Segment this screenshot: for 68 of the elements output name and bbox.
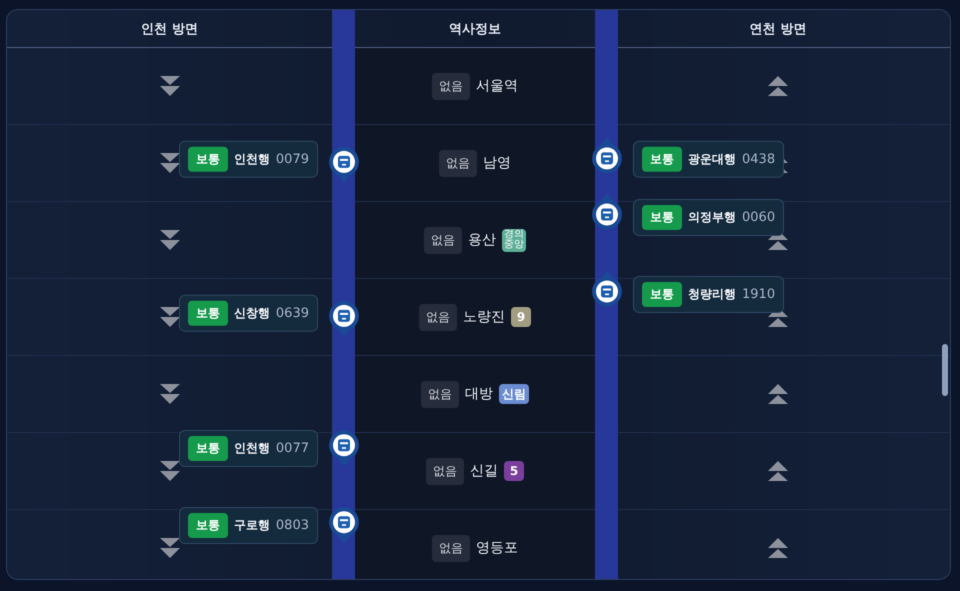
train-number: 0077	[276, 441, 309, 456]
station-name: 신길	[470, 462, 498, 480]
train-pin-icon[interactable]	[590, 270, 622, 308]
status-tag: 없음	[432, 534, 470, 562]
train-number: 0438	[742, 152, 776, 167]
train-pin-icon[interactable]	[328, 300, 360, 338]
train-destination: 구로행	[234, 517, 270, 534]
station-name: 노량진	[463, 308, 505, 326]
column-heading: 연천 방면	[750, 20, 806, 38]
train-grade-tag: 보통	[188, 513, 228, 538]
train-grade-tag: 보통	[642, 282, 682, 308]
train-card[interactable]: 보통 인천행 0079	[178, 140, 318, 178]
train-pin-icon[interactable]	[328, 429, 360, 468]
train-pin-icon[interactable]	[328, 506, 360, 544]
double-down-arrow-icon	[158, 537, 180, 559]
status-tag: 없음	[419, 304, 457, 330]
station-name: 용산	[468, 231, 496, 249]
train-destination: 인천행	[234, 150, 270, 168]
double-down-arrow-icon	[158, 383, 180, 405]
double-up-arrow-icon	[767, 383, 789, 405]
station-name: 서울역	[476, 77, 518, 95]
train-pin-icon[interactable]	[590, 136, 622, 174]
train-number: 1910	[742, 287, 776, 302]
train-grade-tag: 보통	[642, 205, 682, 230]
train-pin-icon[interactable]	[328, 146, 360, 184]
train-destination: 신창행	[234, 304, 270, 322]
train-grade-tag: 보통	[188, 146, 228, 172]
train-grade-tag: 보통	[188, 436, 228, 462]
line-badge: 5	[504, 461, 524, 481]
status-tag: 없음	[432, 72, 470, 100]
station-name: 영등포	[476, 539, 518, 557]
double-up-arrow-icon	[767, 460, 789, 482]
train-grade-tag: 보통	[642, 146, 682, 172]
column-heading: 인천 방면	[141, 20, 198, 38]
train-card[interactable]: 보통 의정부행 0060	[633, 199, 784, 236]
train-number: 0079	[276, 152, 309, 167]
double-down-arrow-icon	[158, 229, 180, 251]
double-down-arrow-icon	[158, 75, 180, 97]
train-card[interactable]: 보통 인천행 0077	[178, 430, 318, 468]
train-grade-tag: 보통	[188, 300, 228, 326]
double-down-arrow-icon	[158, 306, 180, 328]
train-card[interactable]: 보통 신창행 0639	[178, 294, 318, 332]
scrollbar-thumb[interactable]	[942, 344, 948, 396]
train-destination: 인천행	[234, 440, 270, 458]
train-pin-icon[interactable]	[590, 192, 622, 230]
station-name: 남영	[483, 154, 511, 172]
train-card[interactable]: 보통 광운대행 0438	[633, 140, 784, 178]
double-up-arrow-icon	[767, 537, 789, 559]
train-number: 0803	[276, 518, 309, 534]
column-heading: 역사정보	[449, 20, 501, 38]
line-badge: 9	[511, 307, 531, 327]
line-badge: 경의중앙	[502, 228, 526, 252]
double-down-arrow-icon	[158, 460, 180, 482]
double-up-arrow-icon	[767, 75, 789, 97]
train-number: 0060	[742, 210, 776, 226]
train-destination: 청량리행	[688, 286, 736, 304]
train-card[interactable]: 보통 청량리행 1910	[633, 276, 784, 314]
train-destination: 의정부행	[688, 209, 736, 226]
double-down-arrow-icon	[158, 152, 180, 174]
status-tag: 없음	[426, 458, 464, 484]
status-tag: 없음	[439, 150, 477, 176]
train-card[interactable]: 보통 구로행 0803	[178, 507, 318, 544]
train-destination: 광운대행	[688, 150, 736, 168]
line-badge: 신림	[499, 384, 529, 404]
status-tag: 없음	[424, 226, 462, 254]
station-name: 대방	[465, 385, 493, 403]
status-tag: 없음	[421, 380, 459, 408]
train-number: 0639	[276, 306, 309, 321]
